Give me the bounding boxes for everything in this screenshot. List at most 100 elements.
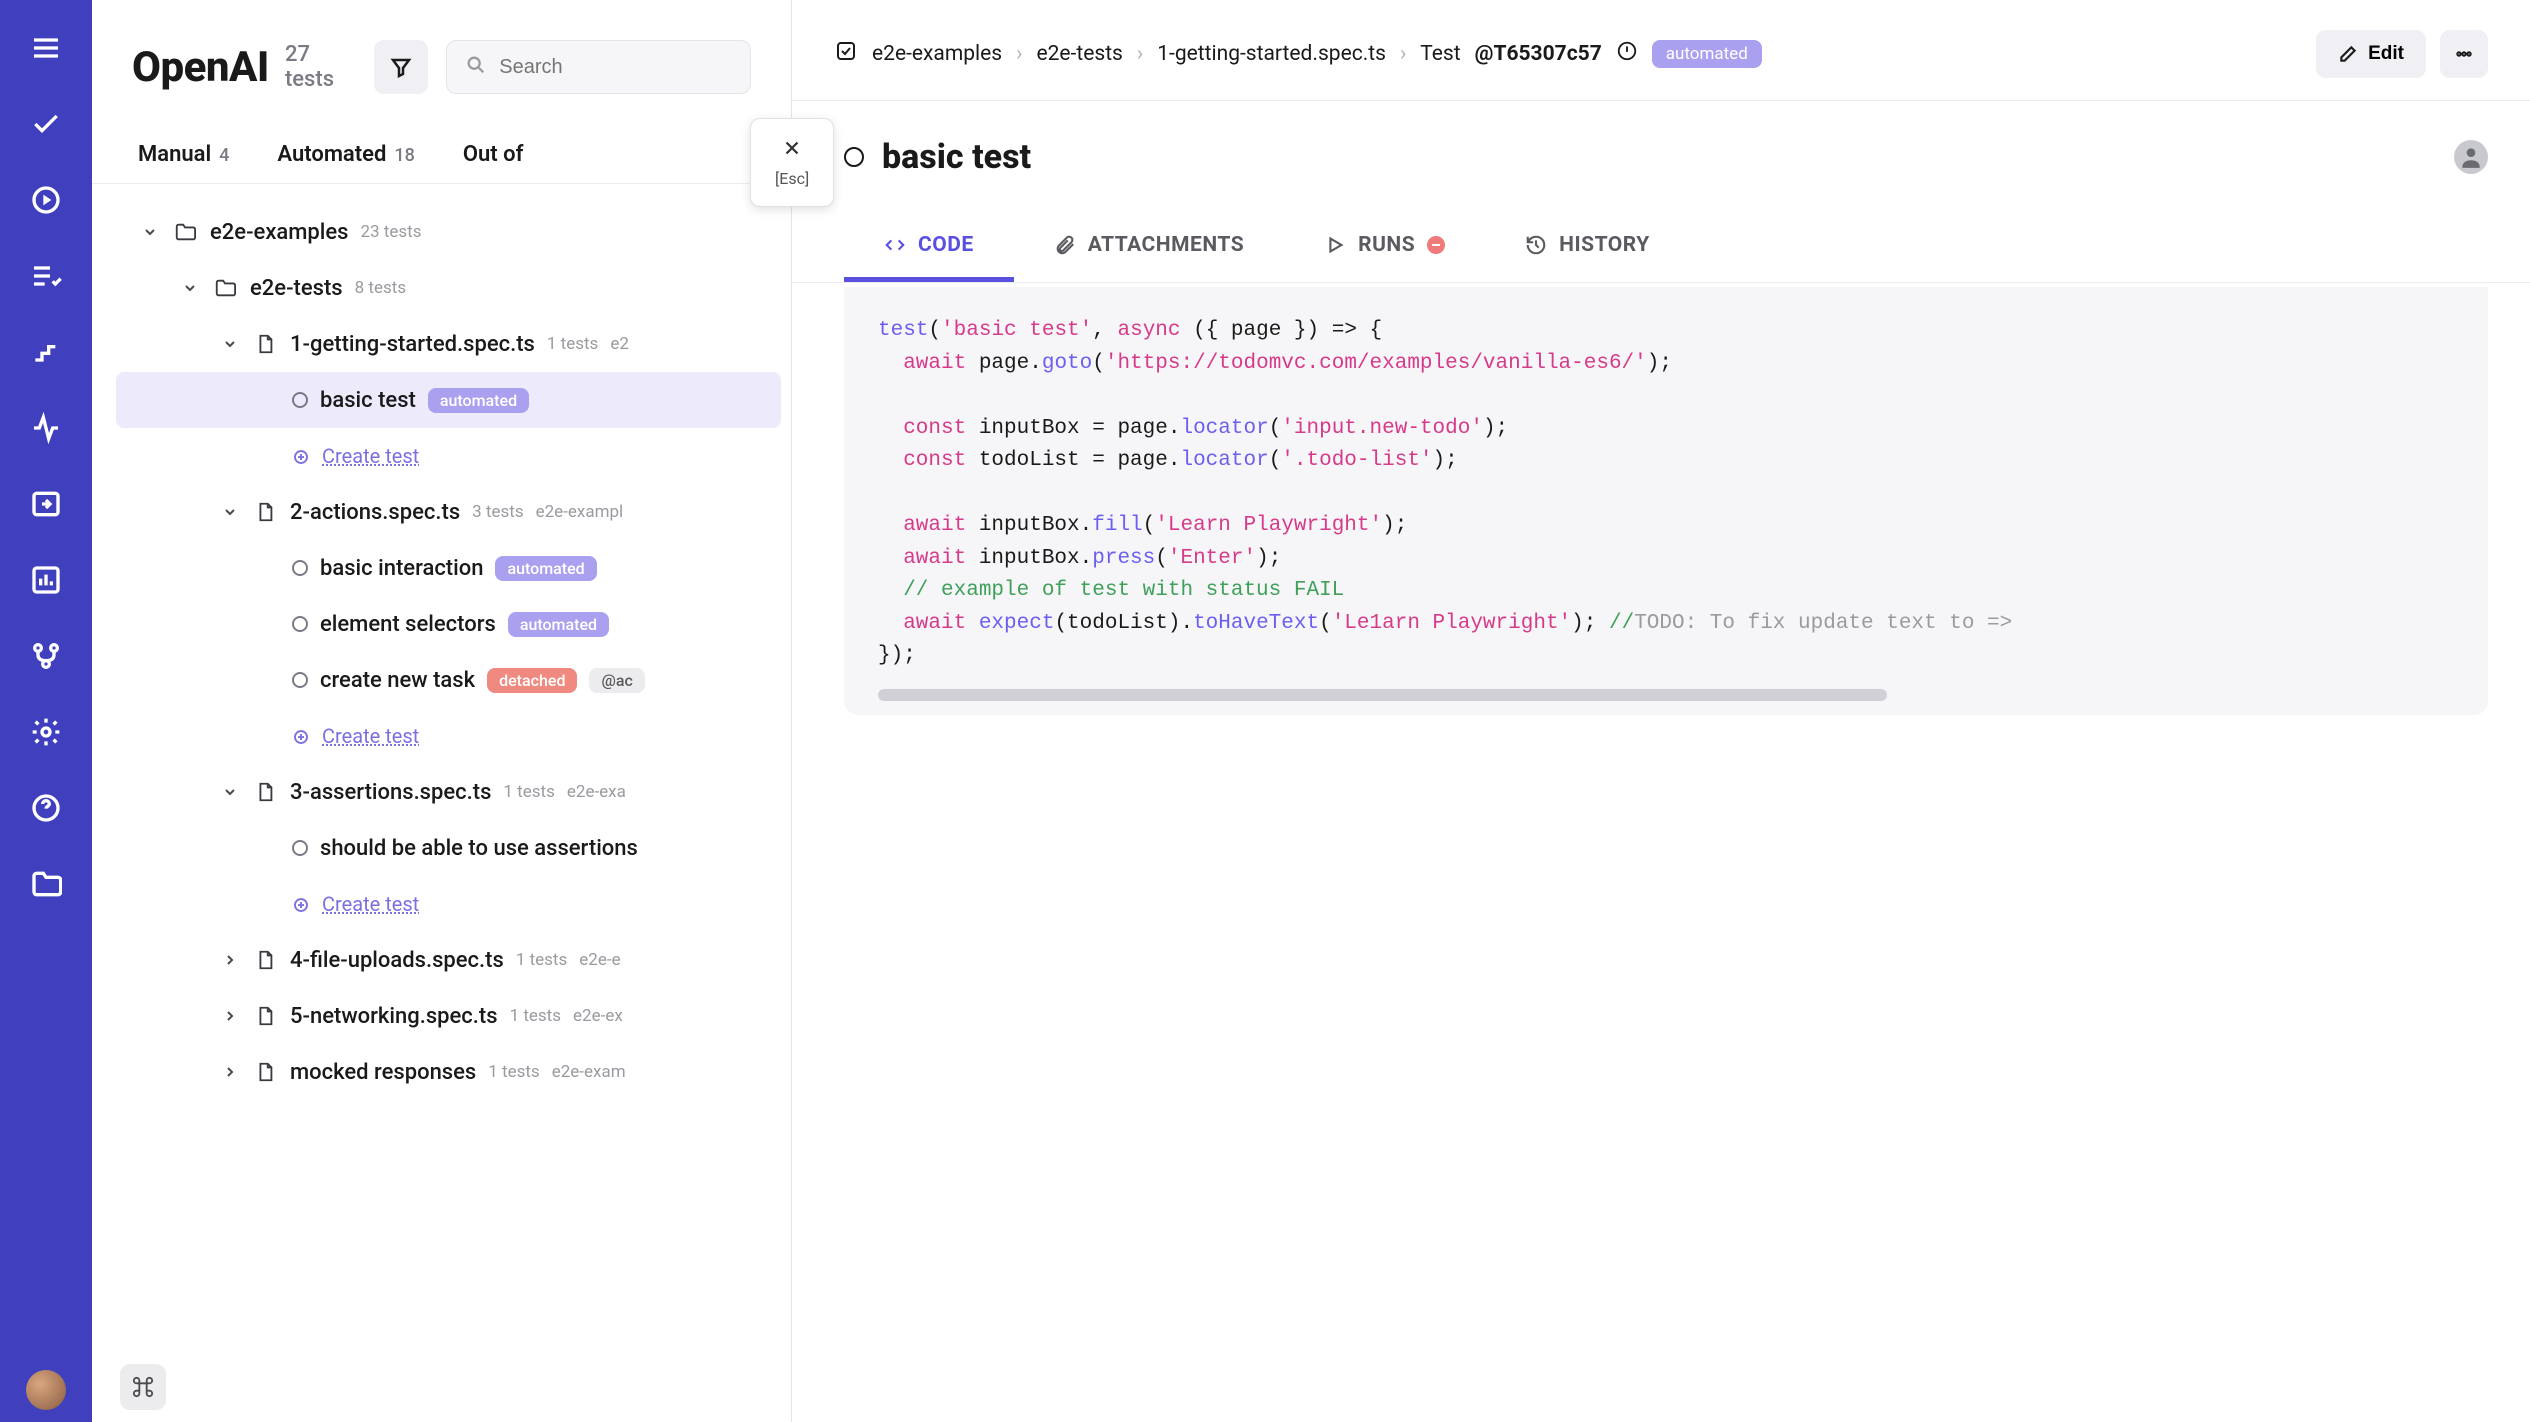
status-circle-icon [292,392,308,408]
keyboard-shortcuts-button[interactable] [120,1364,166,1410]
folder-icon[interactable] [26,864,66,904]
detail-tabs: CODE ATTACHMENTS RUNS HISTORY [792,187,2530,283]
code-content[interactable]: test('basic test', async ({ page }) => {… [878,315,2454,683]
test-count: 1 tests [510,1006,561,1026]
test-count: 23 tests [361,222,422,242]
close-icon[interactable] [781,137,803,163]
file-icon [252,781,278,803]
tab-code[interactable]: CODE [844,217,1014,282]
test-id: @T65307c57 [1475,42,1602,66]
test-count: 8 tests [355,278,406,298]
test-count: 1 tests [503,782,554,802]
chevron-down-icon[interactable] [220,336,240,352]
create-test-link[interactable]: Create test [116,708,781,764]
nav-rail [0,0,92,1422]
plus-circle-icon [292,447,310,465]
chevron-right-icon[interactable] [220,1064,240,1080]
tab-out-of-sync[interactable]: Out of [463,142,524,167]
tree-test[interactable]: create new taskdetached@ac [116,652,781,708]
tree-file[interactable]: 1-getting-started.spec.ts1 testse2 [116,316,781,372]
help-icon[interactable] [26,788,66,828]
left-panel: OpenAI 27 tests Manual4 Automated18 Out … [92,0,792,1422]
test-name: basic test [320,388,416,413]
breadcrumb: e2e-examples › e2e-tests › 1-getting-sta… [834,39,1762,69]
filter-button[interactable] [374,40,428,94]
file-icon [252,949,278,971]
assignee-avatar[interactable] [2454,140,2488,174]
folder-name: e2e-examples [210,220,349,245]
breadcrumb-item[interactable]: 1-getting-started.spec.ts [1157,42,1386,66]
path-trail: e2e-exampl [536,502,624,522]
runs-fail-indicator-icon [1427,236,1445,254]
create-test-link[interactable]: Create test [116,876,781,932]
chevron-down-icon[interactable] [140,224,160,240]
tab-automated[interactable]: Automated18 [277,142,414,167]
list-check-icon[interactable] [26,256,66,296]
branch-icon[interactable] [26,636,66,676]
tab-runs[interactable]: RUNS [1284,217,1485,282]
create-test-label[interactable]: Create test [322,444,419,468]
create-test-label[interactable]: Create test [322,724,419,748]
tab-manual[interactable]: Manual4 [138,142,229,167]
bar-chart-icon[interactable] [26,560,66,600]
check-icon[interactable] [26,104,66,144]
tree-file[interactable]: 5-networking.spec.ts1 testse2e-ex [116,988,781,1044]
tab-attachments[interactable]: ATTACHMENTS [1014,217,1284,282]
chevron-down-icon[interactable] [220,784,240,800]
create-test-label[interactable]: Create test [322,892,419,916]
status-circle-icon [292,840,308,856]
tag-label: @ac [589,668,644,693]
status-circle-icon [292,616,308,632]
test-name: element selectors [320,612,496,637]
right-panel: e2e-examples › e2e-tests › 1-getting-sta… [792,0,2530,1422]
edit-button[interactable]: Edit [2316,30,2426,78]
tree-file[interactable]: 2-actions.spec.ts 3 tests e2e-exampl [116,484,781,540]
file-name: 2-actions.spec.ts [290,500,460,525]
chevron-down-icon[interactable] [180,280,200,296]
test-name: should be able to use assertions [320,836,638,861]
plus-circle-icon [292,727,310,745]
test-count: 1 tests [516,950,567,970]
tab-history[interactable]: HISTORY [1485,217,1690,282]
detail-header: e2e-examples › e2e-tests › 1-getting-sta… [792,0,2530,101]
tree-file[interactable]: 3-assertions.spec.ts1 testse2e-exa [116,764,781,820]
tree-file[interactable]: 4-file-uploads.spec.ts1 testse2e-e [116,932,781,988]
chevron-right-icon[interactable] [220,952,240,968]
play-circle-icon[interactable] [26,180,66,220]
status-badge: automated [1652,40,1762,68]
tree-folder[interactable]: e2e-tests8 tests [116,260,781,316]
user-avatar[interactable] [26,1370,66,1410]
tree-test[interactable]: basic testautomated [116,372,781,428]
folder-icon [172,221,198,243]
test-count: 1 tests [488,1062,539,1082]
file-icon [252,333,278,355]
search-input-wrap[interactable] [446,40,751,94]
tree-test[interactable]: element selectorsautomated [116,596,781,652]
horizontal-scrollbar[interactable] [878,689,1887,701]
tree-file[interactable]: mocked responses1 testse2e-exam [116,1044,781,1100]
plus-circle-icon [292,895,310,913]
import-icon[interactable] [26,484,66,524]
search-input[interactable] [499,56,732,79]
chevron-down-icon[interactable] [220,504,240,520]
gear-icon[interactable] [26,712,66,752]
tree-test[interactable]: basic interactionautomated [116,540,781,596]
sync-warning-icon[interactable] [1616,40,1638,68]
file-name: 4-file-uploads.spec.ts [290,948,504,973]
breadcrumb-item[interactable]: e2e-examples [872,42,1002,66]
test-title: basic test [882,137,1031,177]
create-test-link[interactable]: Create test [116,428,781,484]
file-name: mocked responses [290,1060,476,1085]
menu-icon[interactable] [26,28,66,68]
breadcrumb-item[interactable]: e2e-tests [1036,42,1122,66]
file-name: 1-getting-started.spec.ts [290,332,535,357]
tree-test[interactable]: should be able to use assertions [116,820,781,876]
file-icon [252,1005,278,1027]
test-count: 3 tests [472,502,523,522]
steps-icon[interactable] [26,332,66,372]
file-name: 5-networking.spec.ts [290,1004,498,1029]
activity-icon[interactable] [26,408,66,448]
chevron-right-icon[interactable] [220,1008,240,1024]
tree-folder[interactable]: e2e-examples 23 tests [116,204,781,260]
more-button[interactable] [2440,30,2488,78]
